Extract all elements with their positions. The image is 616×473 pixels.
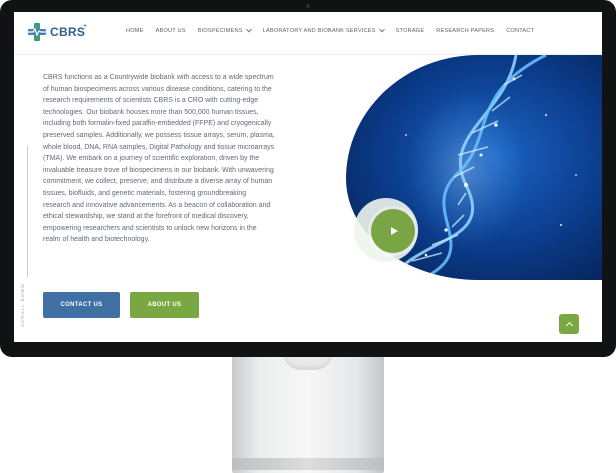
nav-laboratory-services[interactable]: LABORATORY AND BIOBANK SERVICES (263, 26, 385, 34)
main-navigation: HOME ABOUT US BIOSPECIMENS LABORATORY AN… (126, 26, 546, 34)
site-logo[interactable]: CBRS + (28, 22, 88, 44)
camera-dot (306, 4, 310, 8)
website-screen: CBRS + HOME ABOUT US BIOSPECIMENS LABORA… (14, 12, 602, 342)
intro-paragraph: CBRS functions as a Countrywide biobank … (43, 74, 275, 244)
medical-cross-icon (28, 23, 46, 41)
nav-biospecimens[interactable]: BIOSPECIMENS (198, 26, 252, 34)
desktop-mockup: CBRS + HOME ABOUT US BIOSPECIMENS LABORA… (0, 0, 616, 473)
scroll-down-label[interactable]: SCROLL DOWN (20, 283, 25, 327)
play-video-button[interactable] (371, 209, 415, 253)
chevron-down-icon (245, 26, 252, 33)
about-us-button[interactable]: ABOUT US (130, 292, 199, 318)
nav-storage[interactable]: STORAGE (396, 28, 425, 34)
monitor-stand (232, 352, 384, 473)
play-icon (390, 227, 398, 235)
plus-icon: + (83, 23, 88, 30)
nav-research-papers[interactable]: RESEARCH PAPERS (436, 28, 494, 34)
scroll-indicator-line (27, 146, 28, 277)
chevron-up-icon (565, 321, 573, 330)
monitor-bezel: CBRS + HOME ABOUT US BIOSPECIMENS LABORA… (0, 0, 616, 357)
contact-us-button[interactable]: CONTACT US (43, 292, 120, 318)
back-to-top-button[interactable] (559, 314, 579, 334)
site-header: CBRS + HOME ABOUT US BIOSPECIMENS LABORA… (14, 12, 602, 55)
monitor-stand-base (232, 458, 384, 470)
nav-contact[interactable]: CONTACT (506, 28, 534, 34)
nav-home[interactable]: HOME (126, 28, 144, 34)
logo-wordmark: CBRS (50, 25, 86, 39)
chevron-down-icon (378, 26, 385, 33)
nav-about-us[interactable]: ABOUT US (156, 28, 186, 34)
